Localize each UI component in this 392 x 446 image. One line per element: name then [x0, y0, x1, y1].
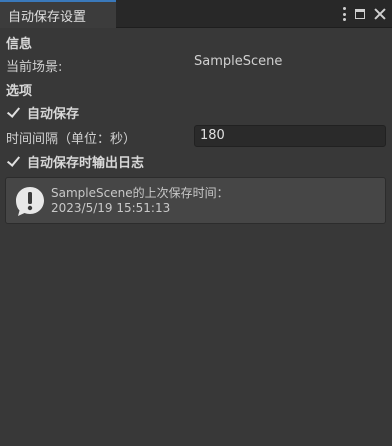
tab-auto-save-settings[interactable]: 自动保存设置 — [0, 0, 116, 28]
more-options-icon[interactable] — [342, 7, 346, 21]
current-scene-value: SampleScene — [194, 54, 283, 69]
log-on-save-label: 自动保存时输出日志 — [27, 156, 145, 171]
info-section-header: 信息 — [6, 37, 33, 52]
current-scene-label: 当前场景: — [6, 60, 63, 75]
auto-save-toggle[interactable]: 自动保存 — [6, 103, 79, 122]
close-icon[interactable] — [374, 8, 386, 20]
last-save-time-line: 2023/5/19 15:51:13 — [51, 201, 171, 215]
interval-label: 时间间隔（单位：秒） — [6, 132, 137, 147]
interval-input[interactable]: 180 — [194, 125, 386, 147]
window-titlebar: 自动保存设置 — [0, 0, 392, 28]
editor-window: 自动保存设置 信息 当前场景: SampleScene 选项 自动保存 时间间隔… — [0, 0, 392, 446]
info-exclamation-icon — [16, 187, 44, 216]
auto-save-label: 自动保存 — [27, 107, 80, 122]
last-save-scene-line: SampleScene的上次保存时间： — [51, 186, 229, 200]
checkmark-icon[interactable] — [6, 154, 21, 169]
maximize-icon[interactable] — [355, 9, 365, 19]
window-actions — [342, 6, 386, 22]
last-save-helpbox: SampleScene的上次保存时间： 2023/5/19 15:51:13 — [5, 177, 386, 224]
options-section-header: 选项 — [6, 84, 33, 99]
log-on-save-toggle[interactable]: 自动保存时输出日志 — [6, 152, 144, 171]
checkmark-icon[interactable] — [6, 105, 21, 120]
helpbox-text: SampleScene的上次保存时间： 2023/5/19 15:51:13 — [51, 186, 229, 216]
